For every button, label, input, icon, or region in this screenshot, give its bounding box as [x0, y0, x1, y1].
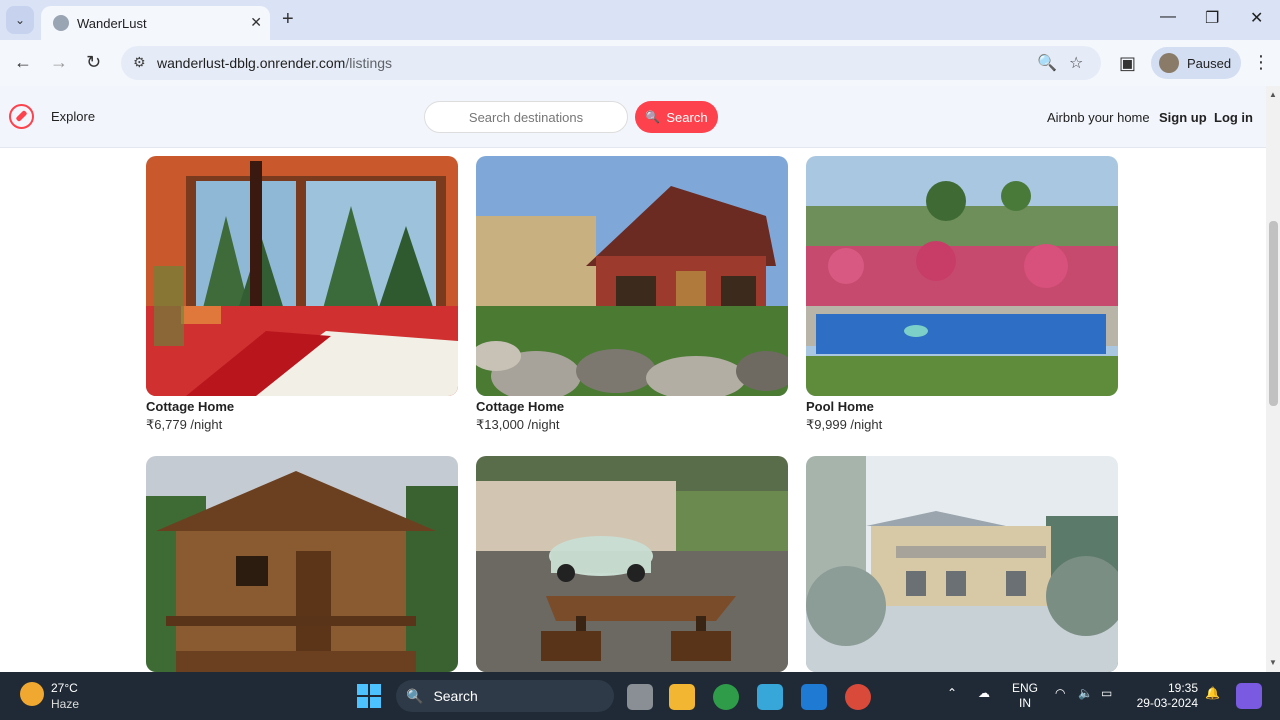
- notepad-icon[interactable]: [757, 684, 783, 710]
- weather-temperature: 27°C: [51, 681, 78, 695]
- login-link[interactable]: Log in: [1214, 110, 1253, 125]
- wooden-hut-icon[interactable]: [146, 456, 458, 672]
- address-bar[interactable]: ⚙ wanderlust-dblg.onrender.com/listings …: [121, 46, 1101, 80]
- listing-title: Cottage Home: [146, 399, 235, 414]
- task-view-icon[interactable]: [627, 684, 653, 710]
- side-panel-icon[interactable]: ▣: [1119, 53, 1136, 74]
- listing-card[interactable]: [146, 456, 458, 672]
- taskbar: 27°C Haze 🔍 Search ⌃ ☁ ENG IN ◠ 🔈 ▭ 19:3…: [0, 672, 1280, 720]
- explore-link[interactable]: Explore: [51, 109, 95, 124]
- listing-card[interactable]: Cottage Home ₹13,000 /night: [476, 156, 788, 433]
- scroll-down-icon[interactable]: ▼: [1269, 658, 1277, 667]
- minimize-icon[interactable]: —: [1160, 8, 1176, 26]
- listing-title: Pool Home: [806, 399, 874, 414]
- signup-link[interactable]: Sign up: [1159, 110, 1207, 125]
- tray-overflow-icon[interactable]: ⌃: [947, 686, 957, 700]
- onedrive-icon[interactable]: ☁: [978, 686, 990, 700]
- search-icon: 🔍: [645, 110, 661, 124]
- back-icon[interactable]: ←: [14, 52, 32, 73]
- battery-icon[interactable]: ▭: [1101, 686, 1112, 700]
- profile-button[interactable]: Paused: [1151, 47, 1241, 79]
- tab-title: WanderLust: [77, 15, 147, 31]
- close-icon[interactable]: ✕: [250, 14, 262, 31]
- profile-status: Paused: [1187, 55, 1232, 71]
- listing-card[interactable]: [806, 456, 1118, 672]
- airbnb-your-home-link[interactable]: Airbnb your home: [1047, 110, 1150, 125]
- chrome-profile-icon[interactable]: [845, 684, 871, 710]
- listing-price: ₹13,000 /night: [476, 417, 560, 432]
- search-input[interactable]: Search destinations: [424, 101, 628, 133]
- bedroom-window-icon[interactable]: [146, 156, 458, 396]
- listing-price: ₹9,999 /night: [806, 417, 883, 432]
- active-tab[interactable]: WanderLust ✕: [41, 6, 270, 40]
- browser-toolbar: ← → ↻ ⚙ wanderlust-dblg.onrender.com/lis…: [0, 40, 1280, 86]
- taskbar-search[interactable]: 🔍 Search: [396, 680, 614, 712]
- pool-icon[interactable]: [806, 156, 1118, 396]
- listing-title: Cottage Home: [476, 399, 565, 414]
- zoom-icon[interactable]: 🔍: [1037, 53, 1057, 73]
- file-explorer-icon[interactable]: [669, 684, 695, 710]
- courtyard-car-icon[interactable]: [476, 456, 788, 672]
- site-settings-icon[interactable]: ⚙: [133, 54, 146, 71]
- listing-price: ₹6,779 /night: [146, 417, 223, 432]
- listing-card[interactable]: Cottage Home ₹6,779 /night: [146, 156, 458, 433]
- language-indicator[interactable]: ENG IN: [1012, 681, 1038, 711]
- forward-icon[interactable]: →: [50, 52, 68, 73]
- new-tab-icon[interactable]: +: [282, 8, 294, 31]
- volume-icon[interactable]: 🔈: [1078, 686, 1093, 700]
- scrollbar-thumb[interactable]: [1269, 221, 1278, 406]
- weather-condition: Haze: [51, 697, 80, 711]
- app-navbar: Explore Search destinations 🔍 Search Air…: [0, 86, 1266, 148]
- weather-haze-icon[interactable]: [20, 682, 44, 706]
- scroll-up-icon[interactable]: ▲: [1269, 90, 1277, 99]
- chrome-icon[interactable]: [713, 684, 739, 710]
- browser-tab-bar: ⌄ WanderLust ✕ + — ❐ ✕: [0, 0, 1280, 40]
- compass-logo-icon[interactable]: [9, 104, 34, 129]
- url-text: wanderlust-dblg.onrender.com/listings: [157, 55, 393, 71]
- search-icon: 🔍: [406, 687, 424, 704]
- notification-bell-icon[interactable]: 🔔: [1205, 686, 1220, 700]
- window-close-icon[interactable]: ✕: [1250, 8, 1263, 28]
- listing-card[interactable]: [476, 456, 788, 672]
- snowy-house-icon[interactable]: [806, 456, 1118, 672]
- tab-search-button[interactable]: ⌄: [6, 6, 34, 34]
- vertical-scrollbar[interactable]: ▲ ▼: [1266, 86, 1280, 672]
- search-button[interactable]: 🔍 Search: [635, 101, 718, 133]
- vscode-icon[interactable]: [801, 684, 827, 710]
- globe-icon: [53, 15, 69, 31]
- restore-icon[interactable]: ❐: [1205, 8, 1219, 28]
- menu-kebab-icon[interactable]: ⋮: [1252, 52, 1270, 73]
- listing-card[interactable]: Pool Home ₹9,999 /night: [806, 156, 1118, 433]
- clock[interactable]: 19:35 29-03-2024: [1134, 681, 1198, 711]
- reload-icon[interactable]: ↻: [86, 52, 101, 73]
- bookmark-star-icon[interactable]: ☆: [1069, 53, 1083, 73]
- windows-start-icon[interactable]: [357, 684, 381, 708]
- red-cottage-icon[interactable]: [476, 156, 788, 396]
- avatar: [1159, 53, 1179, 73]
- wifi-icon[interactable]: ◠: [1055, 686, 1065, 700]
- copilot-icon[interactable]: [1236, 683, 1262, 709]
